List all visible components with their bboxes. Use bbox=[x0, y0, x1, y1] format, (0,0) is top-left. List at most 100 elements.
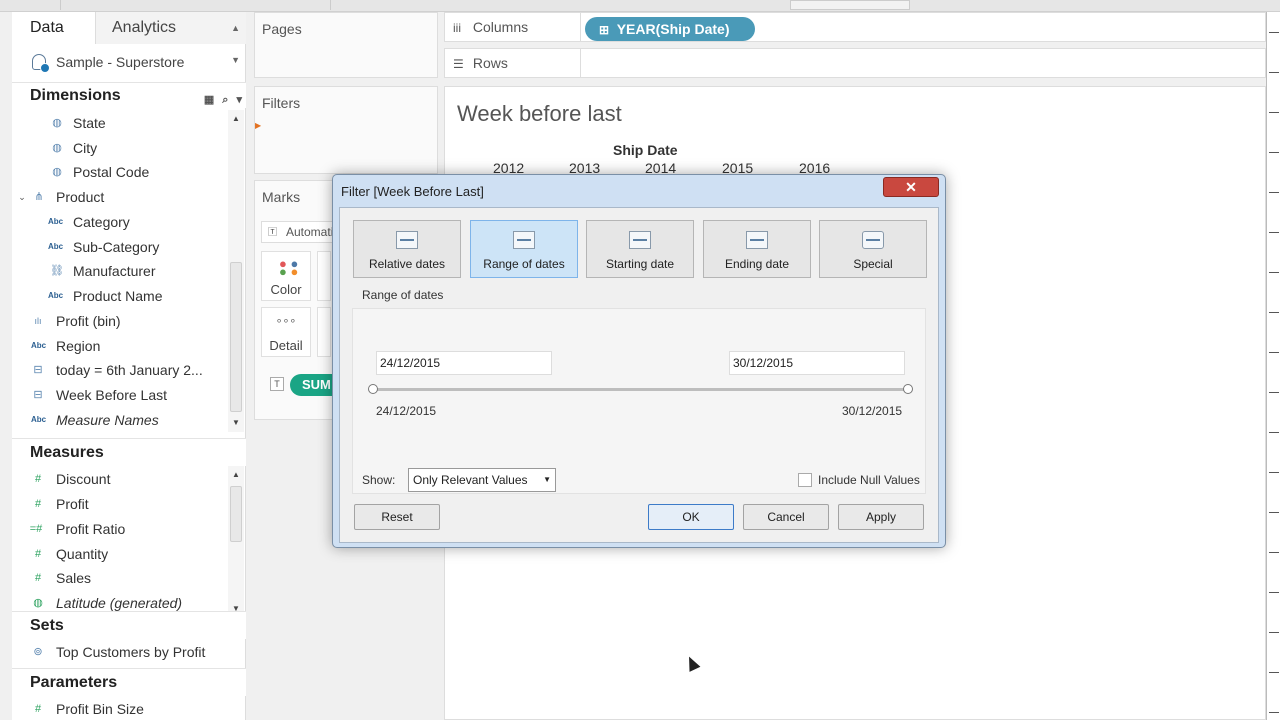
ending-date-icon bbox=[746, 231, 768, 249]
strip-line bbox=[1269, 472, 1279, 473]
close-button[interactable]: ✕ bbox=[883, 177, 939, 197]
globe-icon: ◍ bbox=[52, 117, 62, 129]
rows-shelf[interactable]: ☰ Rows bbox=[444, 48, 1266, 78]
date-range-slider-track[interactable] bbox=[373, 388, 906, 391]
tab-analytics[interactable]: Analytics ▲ ▼ bbox=[96, 12, 246, 65]
field-profit[interactable]: # Profit bbox=[12, 492, 228, 516]
field-postal-code[interactable]: ◍ Postal Code bbox=[12, 160, 228, 184]
field-category[interactable]: Abc Category bbox=[12, 210, 228, 234]
field-profit-ratio[interactable]: =# Profit Ratio bbox=[12, 517, 228, 541]
color-button[interactable]: ● ● ● ● Color bbox=[261, 251, 311, 301]
hash-icon: # bbox=[34, 498, 42, 510]
strip-line bbox=[1269, 32, 1279, 33]
filters-shelf[interactable]: Filters ▶ bbox=[254, 86, 438, 174]
field-profit-bin[interactable]: ılı Profit (bin) bbox=[12, 309, 228, 333]
pages-shelf[interactable]: Pages bbox=[254, 12, 438, 78]
field-label: Sales bbox=[56, 570, 92, 586]
strip-line bbox=[1269, 432, 1279, 433]
field-profit-bin-size[interactable]: # Profit Bin Size bbox=[12, 697, 228, 720]
field-measure-names[interactable]: Abc Measure Names bbox=[12, 408, 228, 432]
link-icon: ⛓ bbox=[50, 265, 64, 277]
field-state[interactable]: ◍ State bbox=[12, 111, 228, 135]
toolbar-box bbox=[790, 0, 910, 10]
scroll-up-icon[interactable]: ▲ bbox=[228, 470, 244, 479]
detail-label: Detail bbox=[269, 338, 303, 353]
dialog-body: Relative dates Range of dates Starting d… bbox=[339, 207, 939, 543]
color-icon: ● ● ● ● bbox=[279, 256, 299, 279]
datasource-label: Sample - Superstore bbox=[56, 54, 185, 70]
field-quantity[interactable]: # Quantity bbox=[12, 542, 228, 566]
cancel-button[interactable]: Cancel bbox=[743, 504, 829, 530]
mode-relative-dates-button[interactable]: Relative dates bbox=[353, 220, 461, 278]
columns-pill-year[interactable]: ⊞ YEAR(Ship Date) bbox=[585, 17, 755, 41]
hash-icon: # bbox=[34, 572, 42, 584]
tooltip-button-partial[interactable] bbox=[317, 307, 331, 357]
field-label: Week Before Last bbox=[56, 387, 168, 403]
field-today-calc[interactable]: ⊟ today = 6th January 2... bbox=[12, 358, 228, 382]
dialog-titlebar[interactable]: Filter [Week Before Last] ✕ bbox=[333, 175, 945, 207]
mode-ending-date-button[interactable]: Ending date bbox=[703, 220, 811, 278]
field-product-name[interactable]: Abc Product Name bbox=[12, 284, 228, 308]
scroll-thumb[interactable] bbox=[230, 262, 242, 412]
ok-button[interactable]: OK bbox=[648, 504, 734, 530]
field-week-before-last[interactable]: ⊟ Week Before Last bbox=[12, 383, 228, 407]
reset-button[interactable]: Reset bbox=[354, 504, 440, 530]
text-mark-icon: 🅃 bbox=[268, 227, 278, 237]
dimensions-scrollbar[interactable]: ▲ ▼ bbox=[228, 110, 244, 432]
bin-icon: ılı bbox=[34, 316, 42, 326]
slider-max-handle[interactable] bbox=[903, 384, 913, 394]
field-sub-category[interactable]: Abc Sub-Category bbox=[12, 235, 228, 259]
measures-scrollbar[interactable]: ▲ ▼ bbox=[228, 466, 244, 618]
field-label: Measure Names bbox=[56, 412, 159, 428]
parameters-heading: Parameters bbox=[12, 668, 246, 696]
field-region[interactable]: Abc Region bbox=[12, 334, 228, 358]
sets-heading: Sets bbox=[12, 611, 246, 639]
detail-button[interactable]: ∘∘∘ Detail bbox=[261, 307, 311, 357]
columns-icon: iii bbox=[453, 21, 461, 35]
special-icon bbox=[862, 231, 884, 249]
apply-button[interactable]: Apply bbox=[838, 504, 924, 530]
mode-special-button[interactable]: Special bbox=[819, 220, 927, 278]
hash-icon: # bbox=[34, 703, 42, 715]
abc-icon: Abc bbox=[48, 242, 64, 251]
abc-icon: Abc bbox=[48, 291, 64, 300]
chevron-down-icon[interactable]: ⌄ bbox=[15, 185, 29, 209]
strip-line bbox=[1269, 192, 1279, 193]
abc-icon: Abc bbox=[31, 341, 47, 350]
slider-min-handle[interactable] bbox=[368, 384, 378, 394]
field-sales[interactable]: # Sales bbox=[12, 566, 228, 590]
field-label: Region bbox=[56, 338, 101, 354]
tab-data[interactable]: Data bbox=[12, 12, 96, 44]
plus-icon[interactable]: ⊞ bbox=[599, 23, 609, 37]
scroll-down-icon[interactable]: ▼ bbox=[228, 418, 244, 427]
field-label: Top Customers by Profit bbox=[56, 644, 206, 660]
mode-label: Special bbox=[853, 257, 893, 271]
slider-min-label: 24/12/2015 bbox=[376, 404, 437, 418]
field-label: State bbox=[73, 115, 106, 131]
show-values-dropdown[interactable]: Only Relevant Values ▼ bbox=[408, 468, 556, 492]
field-city[interactable]: ◍ City bbox=[12, 136, 228, 160]
start-date-input[interactable] bbox=[376, 351, 552, 375]
hierarchy-icon: ⋔ bbox=[34, 191, 44, 203]
globe-icon: ◍ bbox=[52, 166, 62, 178]
columns-shelf[interactable]: iii Columns ⊞ YEAR(Ship Date) bbox=[444, 12, 1266, 42]
marks-label: Marks bbox=[262, 189, 301, 205]
datasource-item[interactable]: Sample - Superstore bbox=[12, 48, 246, 76]
strip-line bbox=[1269, 552, 1279, 553]
field-manufacturer[interactable]: ⛓ Manufacturer bbox=[12, 259, 228, 283]
size-button-partial[interactable] bbox=[317, 251, 331, 301]
strip-line bbox=[1269, 112, 1279, 113]
end-date-input[interactable] bbox=[729, 351, 905, 375]
field-product[interactable]: ⌄ ⋔ Product bbox=[12, 185, 228, 209]
view-list-icon[interactable]: ▦ bbox=[204, 87, 214, 113]
field-top-customers[interactable]: ⊚ Top Customers by Profit bbox=[12, 640, 228, 664]
scroll-thumb[interactable] bbox=[230, 486, 242, 542]
scroll-up-icon[interactable]: ▲ bbox=[228, 114, 244, 123]
mode-starting-date-button[interactable]: Starting date bbox=[586, 220, 694, 278]
mode-range-of-dates-button[interactable]: Range of dates bbox=[470, 220, 578, 278]
range-section-label: Range of dates bbox=[362, 288, 444, 302]
field-discount[interactable]: # Discount bbox=[12, 467, 228, 491]
color-label: Color bbox=[270, 282, 302, 297]
field-label: Postal Code bbox=[73, 164, 150, 180]
include-null-checkbox[interactable] bbox=[798, 473, 812, 487]
